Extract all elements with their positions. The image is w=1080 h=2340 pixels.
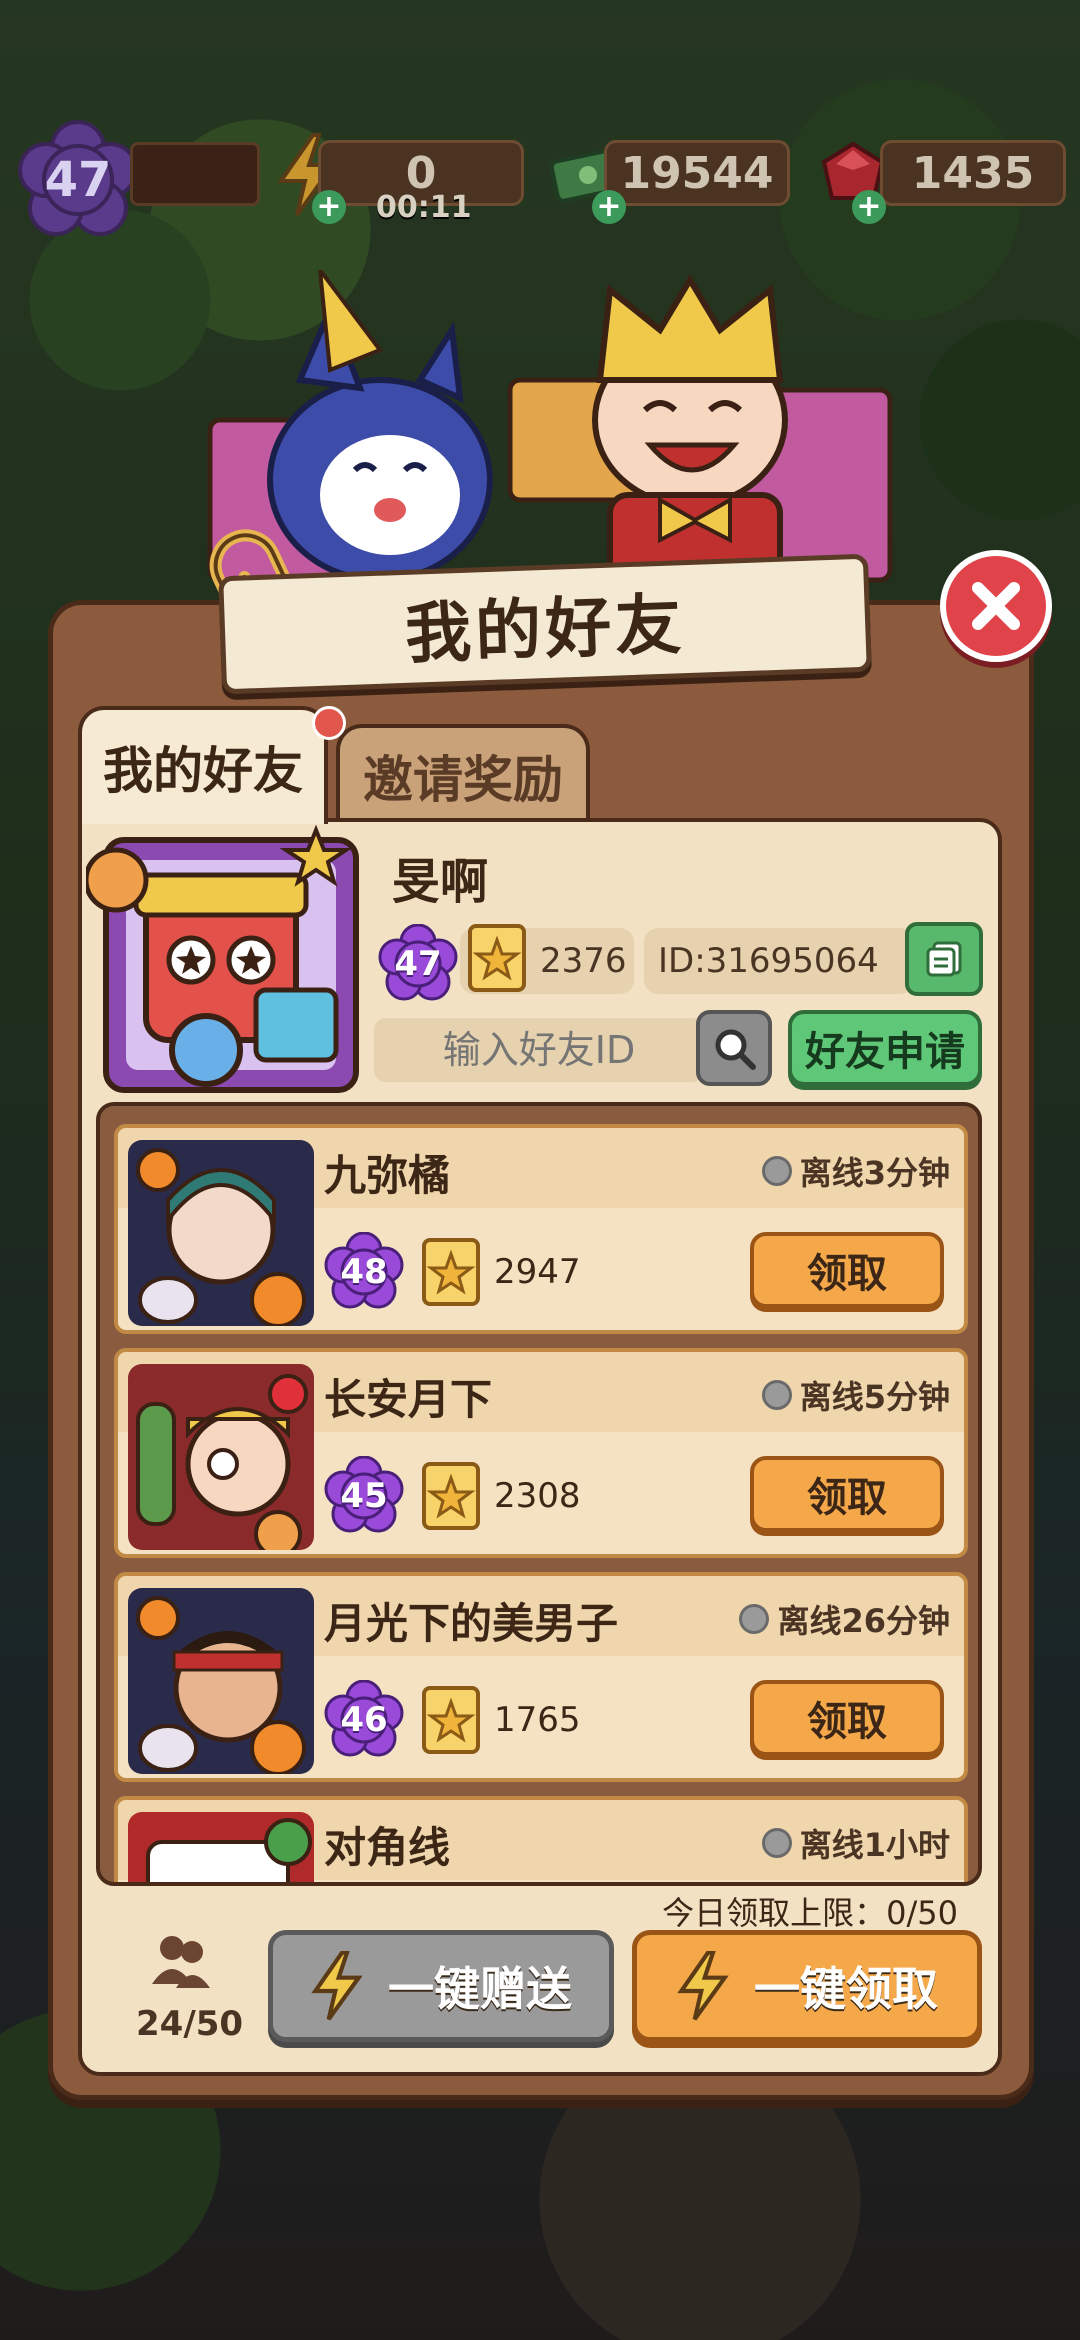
friend-count: 24/50 [136, 2004, 244, 2044]
tab-invite-rewards[interactable]: 邀请奖励 [336, 724, 590, 824]
exp-bar [130, 142, 260, 206]
friend-level-badge: 45 [324, 1456, 404, 1536]
claim-label: 领取 [807, 1699, 887, 1745]
friend-name: 月光下的美男子 [324, 1599, 619, 1648]
close-icon [972, 582, 1020, 630]
offline-dot-icon [761, 1156, 792, 1186]
friend-name: 对角线 [324, 1823, 451, 1872]
friend-name: 长安月下 [324, 1375, 493, 1424]
friend-name: 九弥橘 [324, 1151, 451, 1200]
friend-status-text: 离线26分钟 [777, 1602, 950, 1640]
my-level-badge: 47 [378, 924, 458, 1004]
friend-avatar[interactable] [128, 1812, 314, 1882]
my-id-pill: ID:31695064 [644, 928, 914, 994]
cash-counter[interactable]: 19544 [604, 140, 790, 206]
my-id: ID:31695064 [658, 941, 879, 981]
notification-dot [312, 706, 346, 740]
tab-my-friends[interactable]: 我的好友 [78, 706, 328, 824]
friend-card-count: 2308 [494, 1476, 581, 1516]
add-cash-button[interactable]: + [592, 190, 626, 224]
friend-status: 离线26分钟 [739, 1596, 950, 1642]
list-item: 月光下的美男子 离线26分钟 46 1765 领取 [114, 1572, 968, 1782]
friend-card-count: 2947 [494, 1252, 581, 1292]
tab-friends-label: 我的好友 [103, 742, 303, 800]
friend-requests-button[interactable]: 好友申请 [788, 1010, 982, 1086]
copy-icon [926, 941, 962, 977]
star-card-icon [422, 1686, 480, 1754]
my-avatar[interactable] [83, 820, 376, 1110]
friend-avatar[interactable] [128, 1140, 314, 1326]
offline-dot-icon [761, 1828, 792, 1858]
search-icon [715, 1029, 756, 1070]
friend-status: 离线1小时 [761, 1820, 950, 1866]
list-item: 九弥橘 离线3分钟 48 2947 领取 [114, 1124, 968, 1334]
dialog-title-ribbon: 我的好友 [218, 553, 872, 695]
my-level: 47 [394, 944, 442, 984]
gift-all-label: 一键赠送 [388, 1962, 572, 2016]
search-button[interactable] [696, 1010, 772, 1086]
claim-button[interactable]: 领取 [750, 1232, 944, 1308]
star-card-icon [422, 1462, 480, 1530]
friend-level: 48 [340, 1252, 388, 1292]
friend-id-input[interactable] [374, 1018, 704, 1082]
list-item: 对角线 离线1小时 [114, 1796, 968, 1882]
friend-list[interactable]: 九弥橘 离线3分钟 48 2947 领取 长安月下 离线5分钟 45 2308 … [96, 1102, 982, 1886]
tab-invite-label: 邀请奖励 [363, 751, 563, 809]
copy-id-button[interactable] [905, 922, 983, 996]
friend-level: 45 [340, 1476, 388, 1516]
daily-claim-limit: 今日领取上限：0/50 [662, 1894, 958, 1932]
gem-counter[interactable]: 1435 [880, 140, 1066, 206]
friend-level: 46 [340, 1700, 388, 1740]
friend-status-text: 离线3分钟 [799, 1154, 950, 1192]
claim-label: 领取 [807, 1251, 887, 1297]
friend-status-text: 离线5分钟 [799, 1378, 950, 1416]
list-item: 长安月下 离线5分钟 45 2308 领取 [114, 1348, 968, 1558]
offline-dot-icon [761, 1380, 792, 1410]
claim-all-label: 一键领取 [754, 1962, 938, 2016]
claim-all-button[interactable]: 一键领取 [632, 1930, 982, 2042]
my-username: 旻啊 [392, 854, 489, 910]
star-card-icon [422, 1238, 480, 1306]
player-level: 47 [44, 152, 112, 208]
lightning-icon [677, 1951, 729, 2021]
friend-level-badge: 46 [324, 1680, 404, 1760]
friend-avatar[interactable] [128, 1364, 314, 1550]
player-level-badge[interactable]: 47 [18, 120, 138, 240]
friend-status: 离线5分钟 [761, 1372, 950, 1418]
friend-status-text: 离线1小时 [799, 1826, 950, 1864]
gift-all-button[interactable]: 一键赠送 [268, 1930, 614, 2042]
friend-requests-label: 好友申请 [805, 1029, 965, 1075]
add-energy-button[interactable]: + [312, 190, 346, 224]
star-card-icon [468, 924, 526, 992]
add-gem-button[interactable]: + [852, 190, 886, 224]
claim-label: 领取 [807, 1475, 887, 1521]
friend-level-badge: 48 [324, 1232, 404, 1312]
energy-timer: 00:11 [376, 190, 472, 225]
my-card-count: 2376 [540, 941, 627, 981]
gem-value: 1435 [911, 147, 1035, 199]
dialog-title: 我的好友 [403, 586, 687, 673]
friend-avatar[interactable] [128, 1588, 314, 1774]
close-button[interactable] [940, 550, 1052, 662]
friends-icon [148, 1928, 214, 1994]
lightning-icon [311, 1951, 363, 2021]
cash-value: 19544 [620, 147, 774, 199]
claim-button[interactable]: 领取 [750, 1456, 944, 1532]
offline-dot-icon [739, 1604, 770, 1634]
friend-status: 离线3分钟 [761, 1148, 950, 1194]
resource-bar: 47 0 + 00:11 19544 + 1435 + [0, 120, 1080, 236]
friend-card-count: 1765 [494, 1700, 581, 1740]
claim-button[interactable]: 领取 [750, 1680, 944, 1756]
